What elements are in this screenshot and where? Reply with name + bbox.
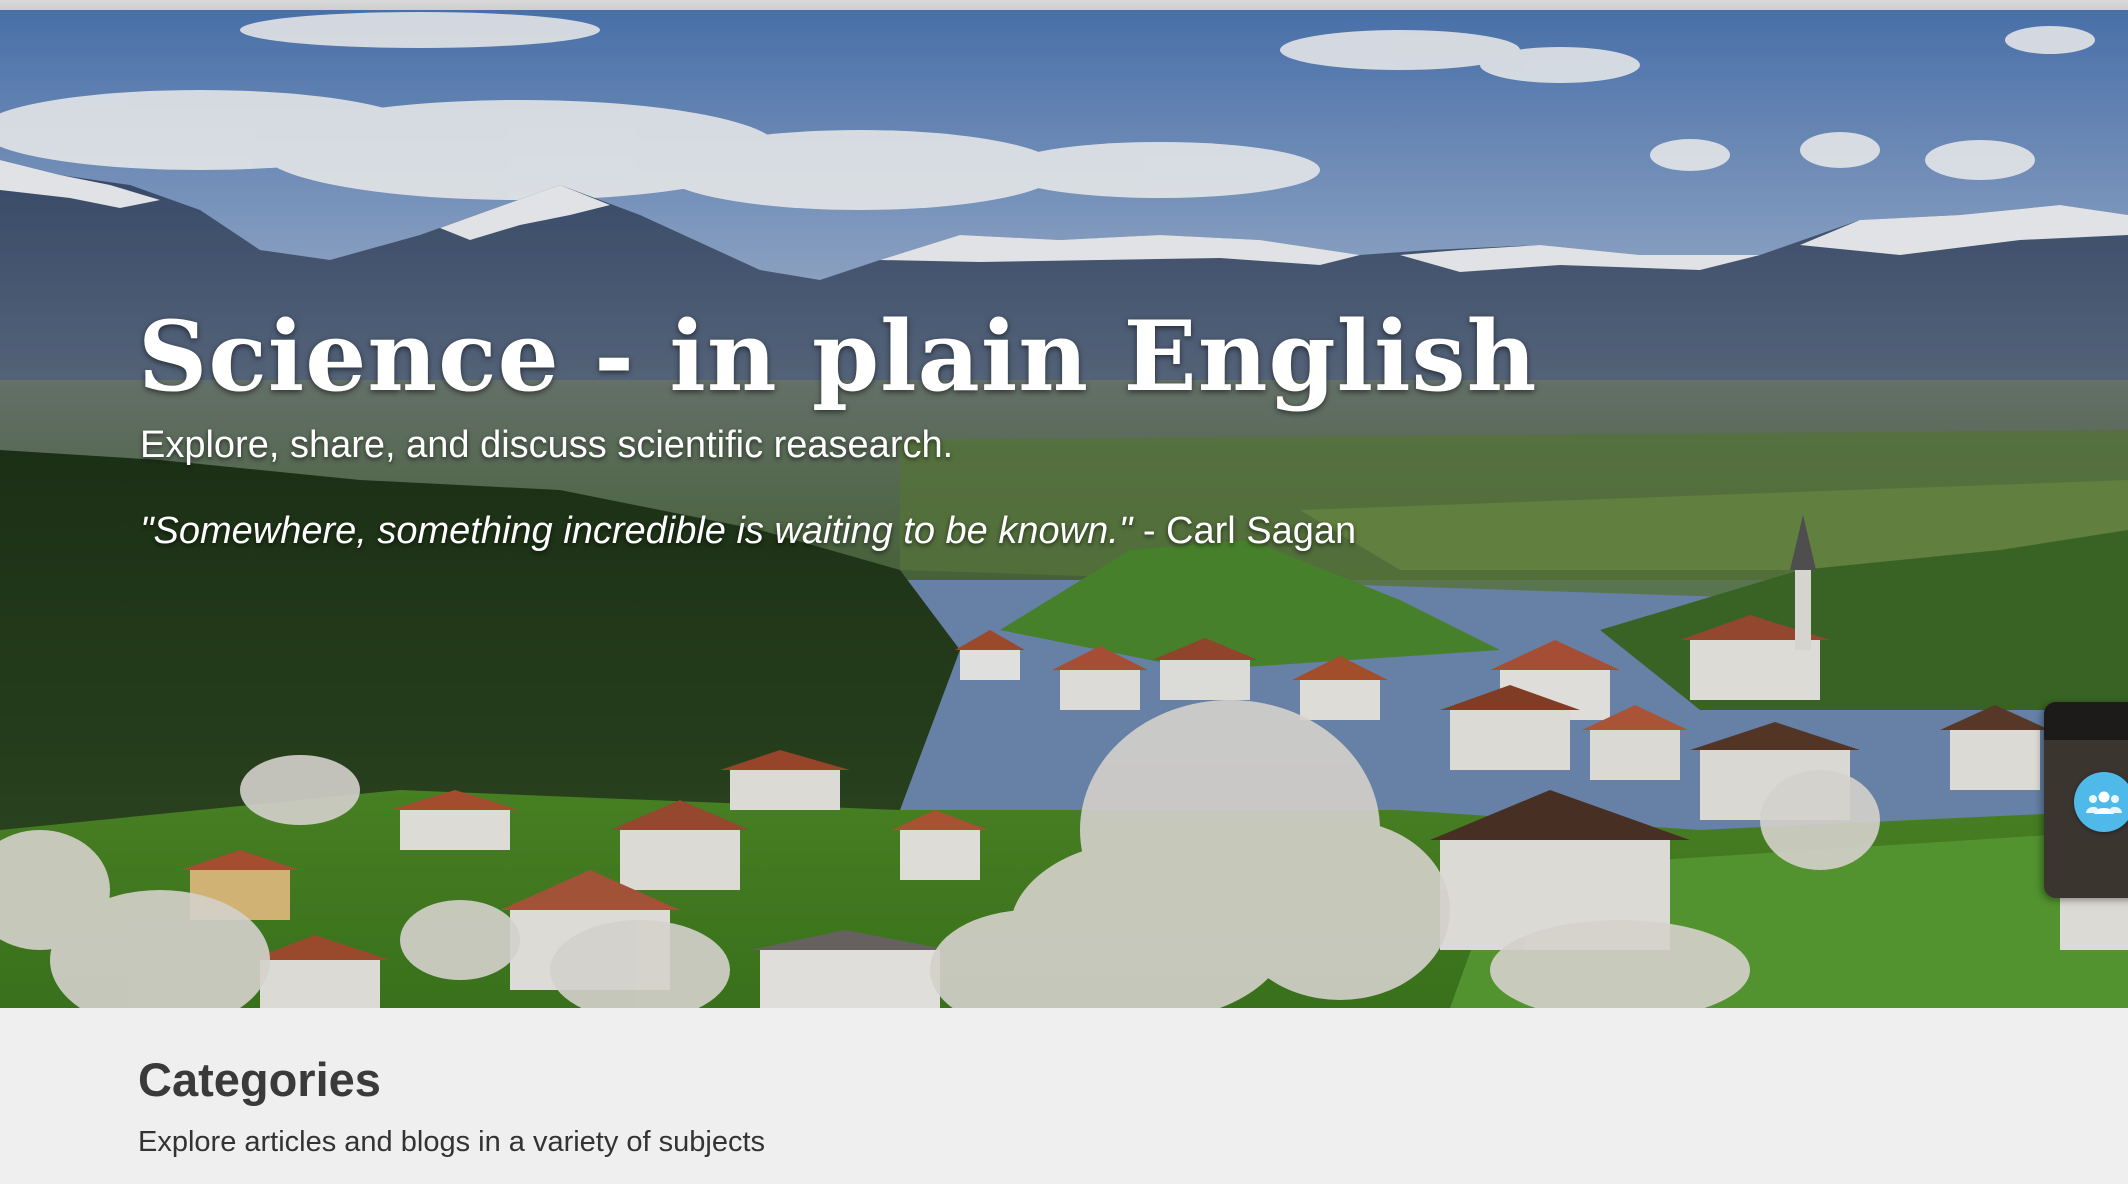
hero-title: Science - in plain English xyxy=(138,300,1538,413)
categories-description: Explore articles and blogs in a variety … xyxy=(138,1126,766,1158)
categories-heading: Categories xyxy=(138,1053,381,1106)
hero-subtitle: Explore, share, and discuss scientific r… xyxy=(140,424,954,466)
hero-quote: "Somewhere, something incredible is wait… xyxy=(140,510,1356,553)
group-chat-icon xyxy=(2086,791,2122,814)
chat-widget-header-bar xyxy=(2044,702,2128,740)
chat-widget-button[interactable] xyxy=(2074,772,2128,832)
categories-section: Categories Explore articles and blogs in… xyxy=(0,1008,2128,1184)
quote-text: "Somewhere, something incredible is wait… xyxy=(140,510,1133,552)
quote-author: - Carl Sagan xyxy=(1132,510,1357,552)
hero-background-image xyxy=(0,10,2128,1008)
hero-banner: Science - in plain English Explore, shar… xyxy=(0,10,2128,1008)
